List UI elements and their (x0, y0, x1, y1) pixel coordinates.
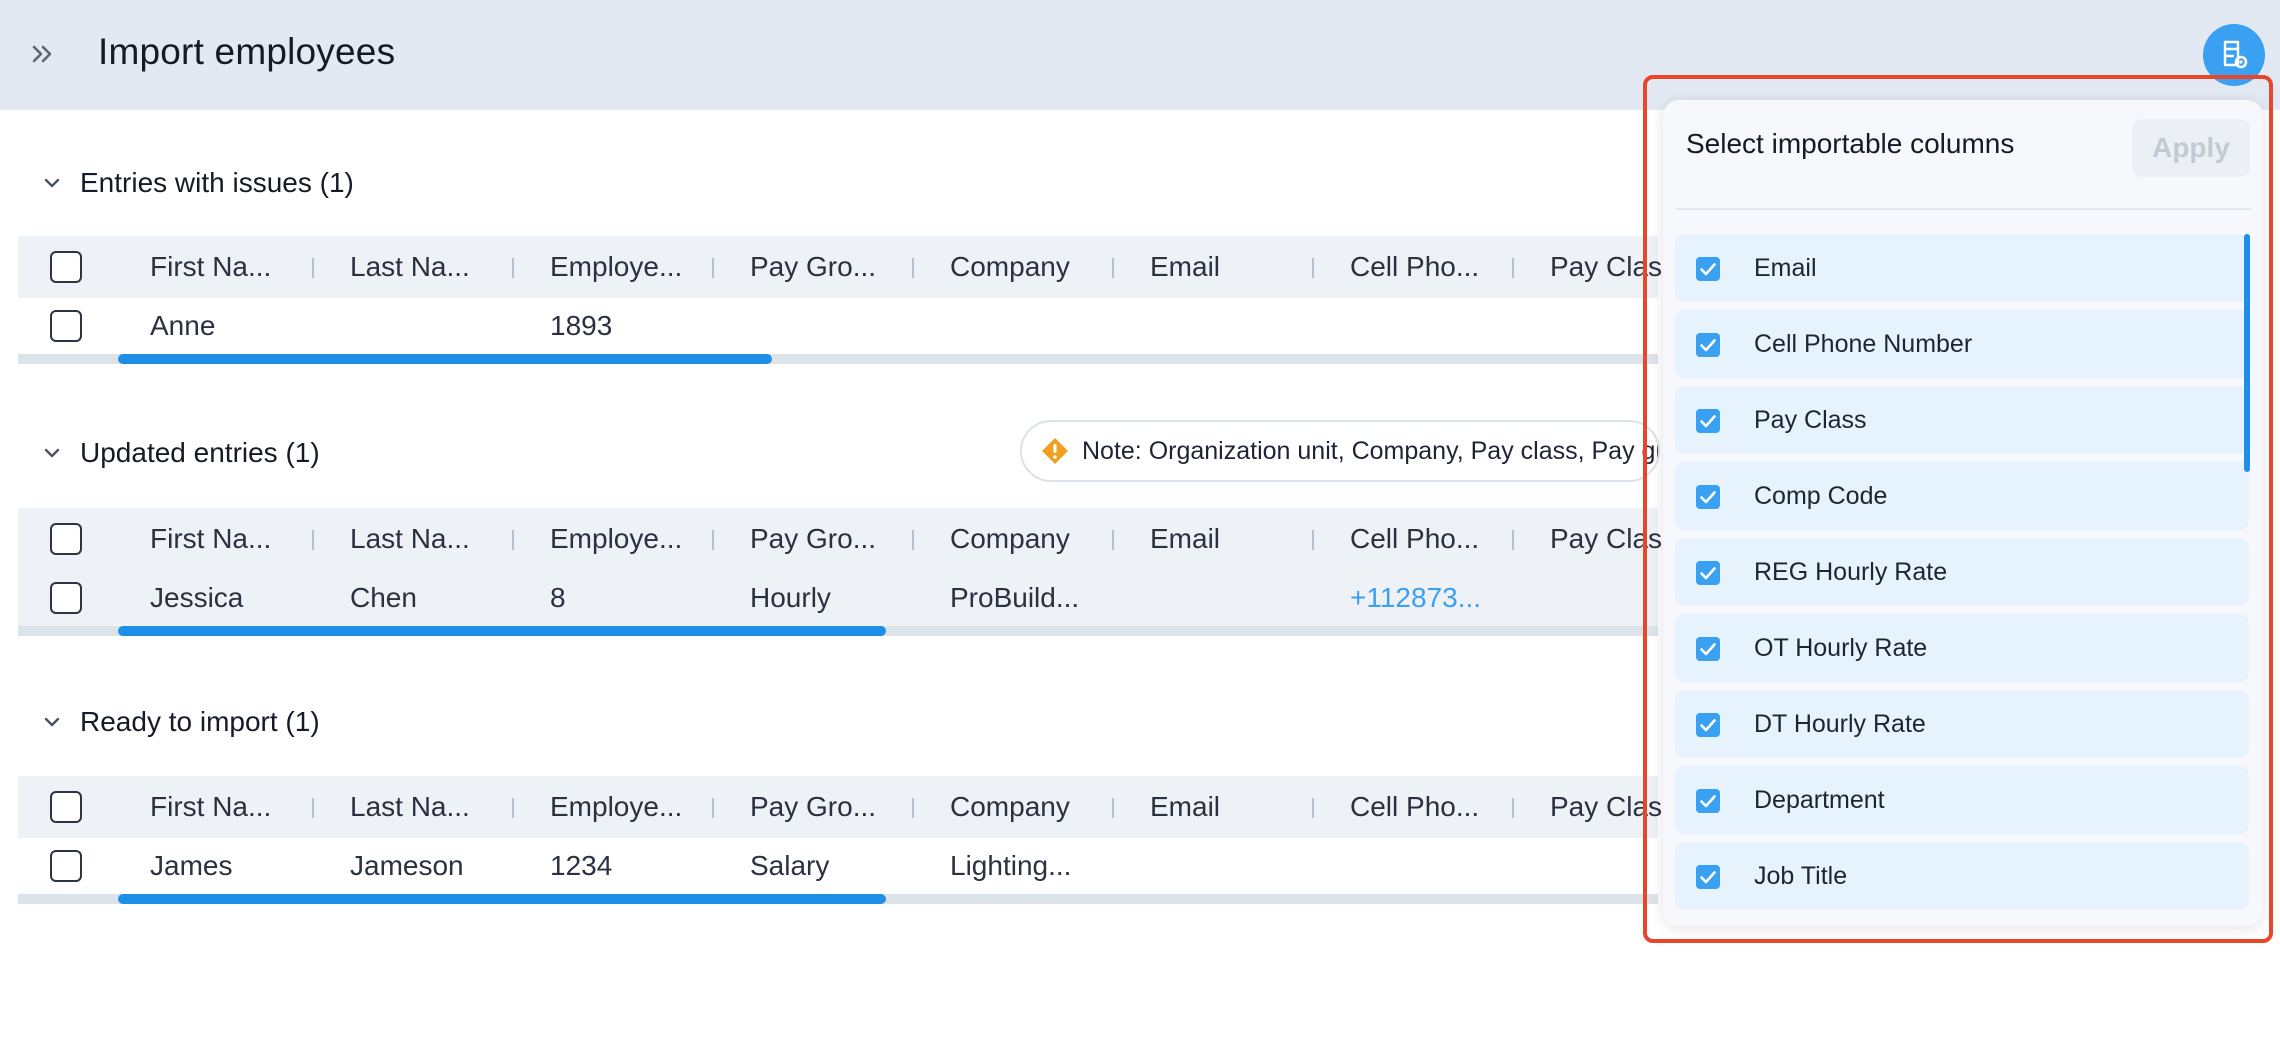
column-resizer[interactable] (912, 258, 914, 278)
column-header[interactable]: Company (950, 776, 1070, 838)
scrollbar-thumb[interactable] (118, 894, 886, 904)
cell-company: Lighting... (950, 850, 1072, 881)
cell-pay-group: Salary (750, 850, 830, 881)
table-header: First Na... Last Na... Employe... Pay Gr… (18, 236, 1662, 298)
table-row[interactable]: Anne 1893 (18, 298, 1658, 354)
table-row[interactable]: James Jameson 1234 Salary Lighting... (18, 838, 1658, 894)
cell-employee-id: 1893 (550, 310, 613, 341)
column-resizer[interactable] (512, 798, 514, 818)
select-all-checkbox[interactable] (50, 523, 82, 555)
table-header: First Na... Last Na... Employe... Pay Gr… (18, 508, 1662, 570)
highlight-frame (1643, 75, 2273, 943)
row-checkbox[interactable] (50, 310, 82, 342)
section-title: Entries with issues (1) (80, 167, 354, 198)
column-resizer[interactable] (312, 530, 314, 550)
column-header[interactable]: Cell Pho... (1350, 776, 1479, 838)
column-resizer[interactable] (712, 530, 714, 550)
column-resizer[interactable] (912, 530, 914, 550)
horizontal-scrollbar[interactable] (18, 626, 1658, 636)
cell-last-name: Jameson (350, 850, 464, 881)
column-settings-icon (2223, 40, 2248, 69)
cell-employee-id: 8 (550, 582, 566, 613)
scrollbar-thumb[interactable] (118, 626, 886, 636)
cell-company: ProBuild... (950, 582, 1080, 613)
column-header[interactable]: Company (950, 236, 1070, 298)
column-header[interactable]: First Na... (150, 236, 271, 298)
cell-pay-group: Hourly (750, 582, 831, 613)
column-header[interactable]: Pay Gro... (750, 236, 876, 298)
note-banner: Note: Organization unit, Company, Pay cl… (1020, 420, 1660, 482)
column-resizer[interactable] (1312, 258, 1314, 278)
section-header-ready[interactable]: Ready to import (1) (18, 702, 320, 742)
row-checkbox[interactable] (50, 850, 82, 882)
column-header[interactable]: Email (1150, 776, 1220, 838)
section-title: Updated entries (1) (80, 437, 320, 468)
chevron-down-icon (44, 178, 60, 188)
cell-first-name: Anne (150, 310, 216, 341)
column-header[interactable]: Last Na... (350, 236, 470, 298)
column-header[interactable]: Employe... (550, 776, 682, 838)
table-row[interactable]: Jessica Chen 8 Hourly ProBuild... +11287… (18, 570, 1658, 626)
column-header[interactable]: Pay Gro... (750, 508, 876, 570)
section-title: Ready to import (1) (80, 706, 320, 737)
column-header[interactable]: Email (1150, 236, 1220, 298)
column-header[interactable]: Cell Pho... (1350, 236, 1479, 298)
row-checkbox[interactable] (50, 582, 82, 614)
column-resizer[interactable] (1312, 530, 1314, 550)
page-title: Import employees (98, 31, 396, 72)
column-resizer[interactable] (712, 258, 714, 278)
warning-diamond-icon (1042, 438, 1068, 464)
column-header[interactable]: Last Na... (350, 508, 470, 570)
scrollbar-thumb[interactable] (118, 354, 772, 364)
cell-cell-phone-link[interactable]: +112873... (1350, 570, 1481, 626)
cell-employee-id: 1234 (550, 850, 613, 881)
column-resizer[interactable] (1512, 530, 1514, 550)
column-resizer[interactable] (1512, 798, 1514, 818)
column-header[interactable]: Employe... (550, 508, 682, 570)
select-all-checkbox[interactable] (50, 251, 82, 283)
column-resizer[interactable] (1512, 258, 1514, 278)
column-header[interactable]: Pay Gro... (750, 776, 876, 838)
horizontal-scrollbar[interactable] (18, 894, 1658, 904)
column-resizer[interactable] (1112, 258, 1114, 278)
column-resizer[interactable] (512, 258, 514, 278)
column-header[interactable]: Employe... (550, 236, 682, 298)
cell-first-name: Jessica (150, 582, 244, 613)
column-header[interactable]: First Na... (150, 776, 271, 838)
section-header-updated[interactable]: Updated entries (1) (18, 433, 320, 473)
table-header: First Na... Last Na... Employe... Pay Gr… (18, 776, 1662, 838)
column-resizer[interactable] (912, 798, 914, 818)
column-resizer[interactable] (1112, 798, 1114, 818)
select-all-checkbox[interactable] (50, 791, 82, 823)
column-header[interactable]: Email (1150, 508, 1220, 570)
chevron-down-icon (44, 448, 60, 458)
column-header[interactable]: Cell Pho... (1350, 508, 1479, 570)
cell-last-name: Chen (350, 582, 417, 613)
column-resizer[interactable] (712, 798, 714, 818)
chevron-down-icon (44, 717, 60, 727)
column-header[interactable]: First Na... (150, 508, 271, 570)
column-header[interactable]: Company (950, 508, 1070, 570)
column-resizer[interactable] (1312, 798, 1314, 818)
column-header[interactable]: Last Na... (350, 776, 470, 838)
note-text: Note: Organization unit, Company, Pay cl… (1082, 436, 1660, 465)
double-chevron-right-icon[interactable] (28, 39, 58, 69)
column-resizer[interactable] (312, 258, 314, 278)
column-resizer[interactable] (312, 798, 314, 818)
section-header-issues[interactable]: Entries with issues (1) (18, 163, 354, 203)
column-resizer[interactable] (1112, 530, 1114, 550)
column-resizer[interactable] (512, 530, 514, 550)
cell-first-name: James (150, 850, 233, 881)
horizontal-scrollbar[interactable] (18, 354, 1658, 364)
